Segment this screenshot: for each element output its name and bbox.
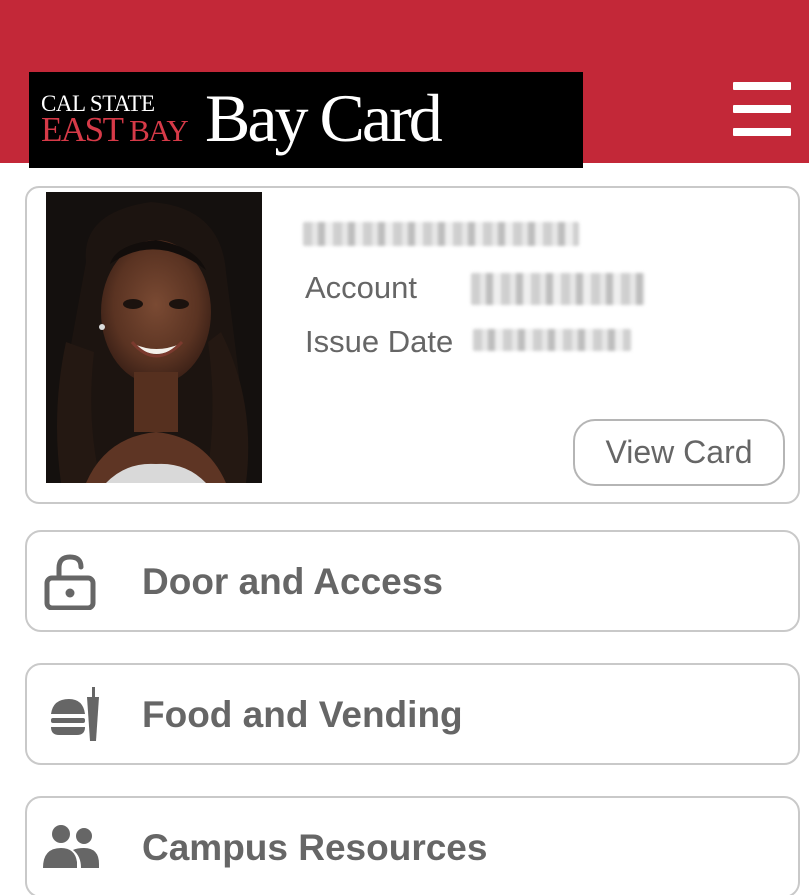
logo-east-text: EAST <box>41 110 123 149</box>
issue-date-label: Issue Date <box>305 324 454 359</box>
bay-card-logo: CAL STATE EAST BAY Bay Card <box>29 72 583 168</box>
menu-door-and-access[interactable]: Door and Access <box>25 530 800 632</box>
menu-label: Door and Access <box>142 561 443 602</box>
food-icon <box>51 687 99 741</box>
menu-food-and-vending[interactable]: Food and Vending <box>25 663 800 765</box>
account-label: Account <box>305 270 418 305</box>
cal-state-east-bay-wordmark: CAL STATE EAST BAY <box>41 92 211 152</box>
profile-card: Account Issue Date View Card <box>25 186 800 504</box>
cardholder-name <box>303 222 579 246</box>
issue-date-value <box>473 329 631 351</box>
account-value <box>471 273 645 305</box>
padlock-icon <box>44 554 96 610</box>
profile-photo <box>46 192 262 483</box>
people-icon <box>43 825 99 868</box>
app-header: CAL STATE EAST BAY Bay Card <box>0 0 809 168</box>
menu-campus-resources[interactable]: Campus Resources <box>25 796 800 895</box>
hamburger-menu-icon[interactable] <box>729 80 795 138</box>
logo-east-bay-text: EAST BAY <box>41 110 189 149</box>
menu-label: Food and Vending <box>142 694 463 735</box>
logo-bay-text: BAY <box>129 113 189 148</box>
logo-product-name: Bay Card <box>205 80 443 156</box>
menu-label: Campus Resources <box>142 827 488 868</box>
view-card-button[interactable]: View Card <box>573 419 785 486</box>
